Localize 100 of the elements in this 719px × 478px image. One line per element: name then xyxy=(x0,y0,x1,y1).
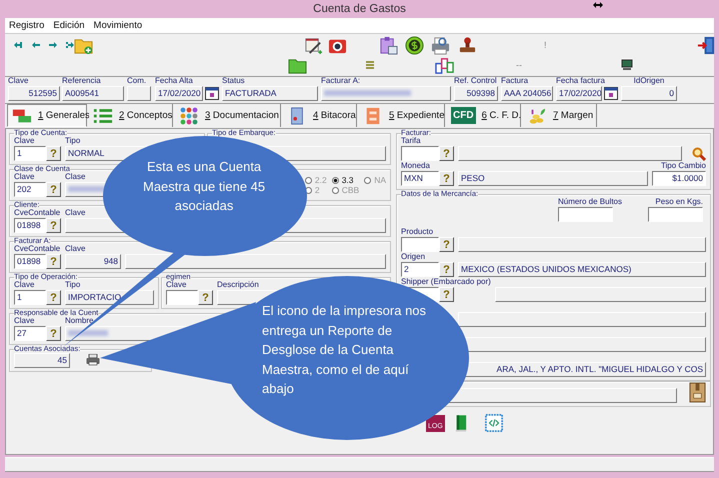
coins-icon xyxy=(527,106,547,124)
next-record-icon[interactable] xyxy=(49,42,57,48)
print-preview-icon[interactable] xyxy=(431,36,450,54)
field-label: Número de Bultos xyxy=(558,198,622,206)
field-label: Producto xyxy=(401,228,434,236)
field-label: Shipper (Embarcado por) xyxy=(401,278,491,286)
calendar-icon[interactable] xyxy=(604,87,618,100)
lookup-button[interactable]: ? xyxy=(46,290,61,305)
field-label: Ref. Control xyxy=(454,77,497,85)
input-field[interactable] xyxy=(558,207,613,222)
field-label: Descripción xyxy=(217,281,259,289)
input-field[interactable]: 1 xyxy=(14,290,46,305)
field-label: Status xyxy=(222,77,245,85)
display-field: IMPORTACIO xyxy=(65,290,154,305)
field-label: CveContable xyxy=(14,209,60,217)
date-field[interactable]: 17/02/2020 xyxy=(155,86,203,101)
toolbar-mark: ! xyxy=(544,40,547,50)
display-field: 509398 xyxy=(454,86,498,101)
field-label: Facturar A: xyxy=(321,77,360,85)
field-label: Tarifa xyxy=(401,137,421,145)
input-field[interactable]: 27 xyxy=(14,326,46,341)
color-dots-icon xyxy=(179,106,199,124)
input-field[interactable]: MXN xyxy=(401,171,439,186)
field-label: Nombre xyxy=(65,317,94,325)
exit-door-icon[interactable] xyxy=(696,36,716,54)
field-label: IdOrigen xyxy=(634,77,664,85)
menu-item[interactable]: Edición xyxy=(53,20,85,31)
cards-icon xyxy=(12,106,32,124)
callout-tooltip-text: Esta es una Cuenta Maestra que tiene 45 asociadas xyxy=(143,158,266,215)
input-field[interactable] xyxy=(166,290,198,305)
tab[interactable]: 2 Conceptos xyxy=(89,104,173,127)
printer-icon[interactable] xyxy=(86,354,100,366)
clipboard-icon[interactable] xyxy=(379,36,398,54)
input-field[interactable]: 1 xyxy=(14,146,46,161)
lookup-button[interactable]: ? xyxy=(46,182,61,197)
display-field: 948 xyxy=(65,254,121,269)
field-label: Tipo xyxy=(65,137,80,145)
lookup-button[interactable]: ? xyxy=(46,218,61,233)
input-field[interactable] xyxy=(648,207,703,222)
list-icon[interactable] xyxy=(365,60,375,70)
input-field[interactable]: 01898 xyxy=(14,218,46,233)
calendar-icon[interactable] xyxy=(205,87,219,100)
code-icon[interactable] xyxy=(484,414,503,432)
field-label: Clave xyxy=(14,281,34,289)
display-field: 512595 xyxy=(8,86,60,101)
date-field[interactable]: 17/02/2020 xyxy=(556,86,602,101)
lookup-button[interactable]: ? xyxy=(439,146,454,161)
note-edit-icon[interactable] xyxy=(304,36,323,54)
field-label: Com. xyxy=(127,77,146,85)
stamp-icon[interactable] xyxy=(458,36,477,54)
lookup-button[interactable]: ? xyxy=(198,290,213,305)
lookup-button[interactable]: ? xyxy=(439,237,454,252)
input-field[interactable]: $1.0000 xyxy=(652,171,706,186)
display-field: AAA 204056 xyxy=(501,86,553,101)
display-field xyxy=(127,86,151,101)
lookup-button[interactable]: ? xyxy=(46,146,61,161)
resize-cursor-icon xyxy=(593,2,603,8)
list-icon xyxy=(93,106,113,124)
window-title: Cuenta de Gastos xyxy=(313,3,406,15)
lookup-button[interactable]: ? xyxy=(439,262,454,277)
field-label: Moneda xyxy=(401,162,430,170)
display-field: 0 xyxy=(621,86,677,101)
menu-item[interactable]: Movimiento xyxy=(94,20,142,31)
input-field[interactable]: 2 xyxy=(401,262,439,277)
lookup-button[interactable]: ? xyxy=(439,171,454,186)
field-label: Clave xyxy=(14,317,34,325)
computer-icon[interactable] xyxy=(621,59,633,71)
first-record-icon[interactable] xyxy=(14,42,22,48)
field-label: Clase xyxy=(65,173,86,181)
radio-option[interactable]: 3.3 xyxy=(332,175,360,185)
lookup-button[interactable]: ? xyxy=(439,287,454,302)
field-label: Clave xyxy=(65,245,86,253)
lookup-button[interactable]: ? xyxy=(46,326,61,341)
last-record-icon[interactable] xyxy=(66,42,74,48)
previous-record-icon[interactable] xyxy=(32,42,40,48)
field-label: Origen xyxy=(401,253,426,261)
input-field[interactable]: 01898 xyxy=(14,254,46,269)
toolbar-mark: -- xyxy=(516,60,522,70)
redacted-text xyxy=(68,330,108,336)
display-field: A009541 xyxy=(62,86,124,101)
field-label: Tipo Cambio xyxy=(660,162,706,170)
menu-item[interactable]: Registro xyxy=(9,20,44,31)
book-icon[interactable] xyxy=(454,413,467,433)
lookup-button[interactable]: ? xyxy=(46,254,61,269)
display-field: FACTURADA xyxy=(222,86,318,101)
display-field: MEXICO (ESTADOS UNIDOS MEXICANOS) xyxy=(458,262,706,277)
input-field[interactable]: 202 xyxy=(14,182,46,197)
field-label: Tipo xyxy=(65,281,80,289)
field-label: Clave xyxy=(14,137,34,145)
input-field[interactable] xyxy=(401,146,439,161)
package-icon[interactable] xyxy=(689,382,706,403)
documents-icon[interactable] xyxy=(435,56,454,74)
field-label: Clave xyxy=(65,209,86,217)
search-icon[interactable] xyxy=(692,147,706,161)
money-icon[interactable] xyxy=(405,36,424,54)
tab[interactable]: 1 Generales xyxy=(7,104,87,127)
callout-tooltip-text: El icono de la impresora nos entrega un Reporte de Desglose de la Cuenta Maestra, como el de aquí abajo xyxy=(262,302,426,398)
input-field[interactable] xyxy=(401,237,439,252)
field-label: Clave xyxy=(8,77,28,85)
field-label: Fecha factura xyxy=(556,77,605,85)
